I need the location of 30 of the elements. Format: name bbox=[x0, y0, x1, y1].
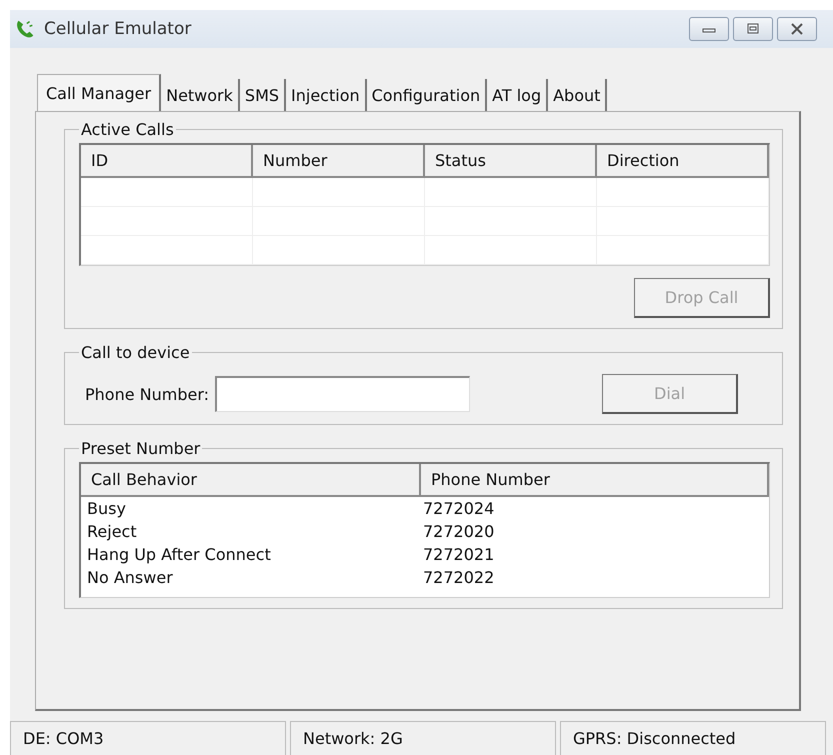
table-cell-text: 7272020 bbox=[422, 521, 496, 543]
column-header[interactable]: ID bbox=[81, 145, 253, 176]
group-title: Preset Number bbox=[80, 439, 202, 458]
column-header[interactable]: Phone Number bbox=[421, 464, 769, 495]
column-header[interactable]: Status bbox=[425, 145, 597, 176]
status-panel: GPRS: Disconnected bbox=[560, 721, 826, 755]
tab[interactable]: Call Manager bbox=[37, 74, 162, 111]
table-cell-text: Busy bbox=[86, 498, 127, 520]
phone-number-field[interactable] bbox=[215, 376, 470, 412]
table-cell-text: 7272022 bbox=[422, 567, 496, 589]
close-button[interactable] bbox=[777, 17, 817, 41]
maximize-icon bbox=[745, 23, 761, 35]
table-cell-text: Reject bbox=[86, 521, 138, 543]
close-icon bbox=[789, 23, 805, 35]
minimize-button[interactable] bbox=[689, 17, 729, 41]
window-title: Cellular Emulator bbox=[44, 19, 192, 39]
status-panel: Network: 2G bbox=[290, 721, 556, 755]
field-label: Phone Number: bbox=[85, 384, 210, 404]
table-cell-text: No Answer bbox=[86, 567, 174, 589]
table-cell-text: 7272021 bbox=[422, 544, 496, 566]
status-panel: DE: COM3 bbox=[10, 721, 286, 755]
group-title: Active Calls bbox=[80, 120, 175, 139]
column-header[interactable]: Number bbox=[253, 145, 425, 176]
phone-icon bbox=[14, 18, 36, 40]
maximize-button[interactable] bbox=[733, 17, 773, 41]
column-header[interactable]: Call Behavior bbox=[81, 464, 421, 495]
table-cell-text: 7272024 bbox=[422, 498, 496, 520]
column-header[interactable]: Direction bbox=[597, 145, 769, 176]
group-title: Call to device bbox=[80, 343, 191, 362]
table-cell-text: Hang Up After Connect bbox=[86, 544, 272, 566]
